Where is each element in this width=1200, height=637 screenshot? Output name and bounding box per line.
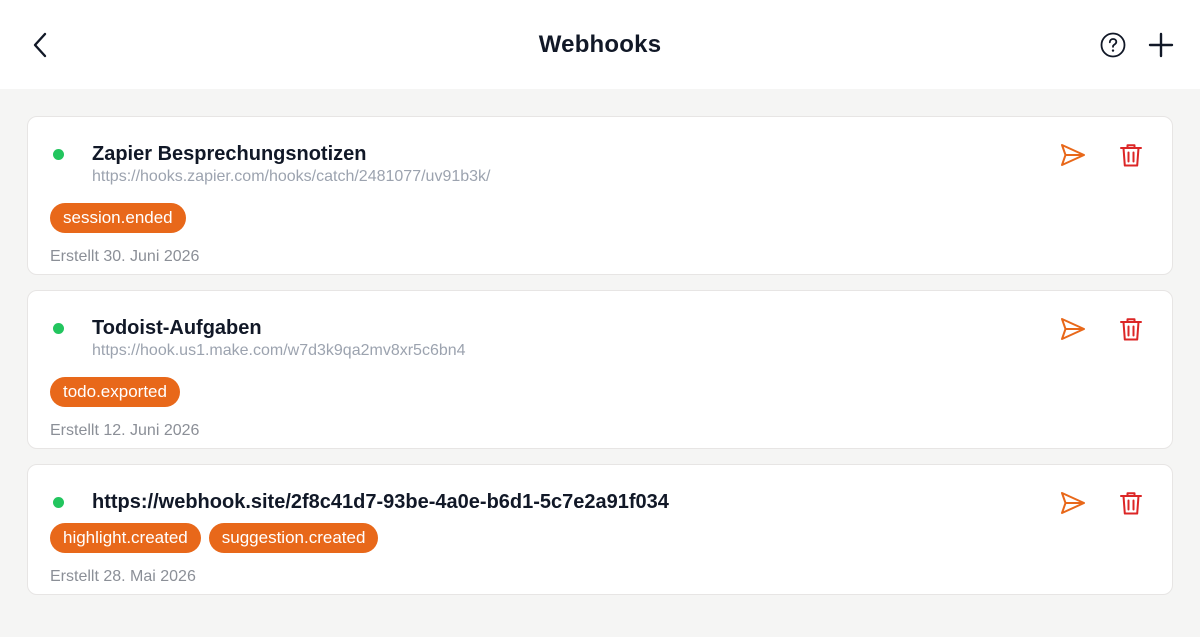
event-tag: session.ended <box>50 203 186 233</box>
top-bar: Webhooks <box>0 0 1200 89</box>
back-button[interactable] <box>26 28 54 62</box>
send-test-button[interactable] <box>1059 315 1087 343</box>
webhook-card[interactable]: https://webhook.site/2f8c41d7-93be-4a0e-… <box>27 464 1173 595</box>
add-webhook-button[interactable] <box>1148 32 1174 58</box>
trash-icon <box>1120 492 1142 515</box>
trash-icon <box>1120 144 1142 167</box>
chevron-left-icon <box>33 32 47 58</box>
send-icon <box>1061 144 1085 166</box>
send-icon <box>1061 318 1085 340</box>
event-tags: todo.exported <box>50 377 180 407</box>
delete-button[interactable] <box>1117 489 1145 517</box>
help-button[interactable] <box>1100 32 1126 58</box>
delete-button[interactable] <box>1117 315 1145 343</box>
event-tag: highlight.created <box>50 523 201 553</box>
created-date: Erstellt 12. Juni 2026 <box>50 422 200 439</box>
status-dot-active <box>53 149 64 160</box>
event-tag: suggestion.created <box>208 523 379 553</box>
event-tag: todo.exported <box>50 377 180 407</box>
status-dot-active <box>53 323 64 334</box>
created-date: Erstellt 28. Mai 2026 <box>50 568 196 585</box>
created-date: Erstellt 30. Juni 2026 <box>50 248 200 265</box>
webhook-name: Todoist-Aufgaben <box>92 317 262 339</box>
send-test-button[interactable] <box>1059 489 1087 517</box>
status-dot-active <box>53 497 64 508</box>
webhook-url: https://hooks.zapier.com/hooks/catch/248… <box>92 168 491 185</box>
plus-icon <box>1148 32 1174 58</box>
help-circle-icon <box>1100 32 1126 58</box>
webhook-list: Zapier Besprechungsnotizen https://hooks… <box>27 116 1173 610</box>
webhook-name: Zapier Besprechungsnotizen <box>92 143 367 165</box>
webhook-name: https://webhook.site/2f8c41d7-93be-4a0e-… <box>92 491 669 513</box>
event-tags: highlight.created suggestion.created <box>50 523 379 553</box>
event-tags: session.ended <box>50 203 186 233</box>
page-title: Webhooks <box>538 30 662 58</box>
send-icon <box>1061 492 1085 514</box>
trash-icon <box>1120 318 1142 341</box>
webhook-url: https://hook.us1.make.com/w7d3k9qa2mv8xr… <box>92 342 466 359</box>
send-test-button[interactable] <box>1059 141 1087 169</box>
delete-button[interactable] <box>1117 141 1145 169</box>
webhook-card[interactable]: Todoist-Aufgaben https://hook.us1.make.c… <box>27 290 1173 449</box>
webhook-card[interactable]: Zapier Besprechungsnotizen https://hooks… <box>27 116 1173 275</box>
